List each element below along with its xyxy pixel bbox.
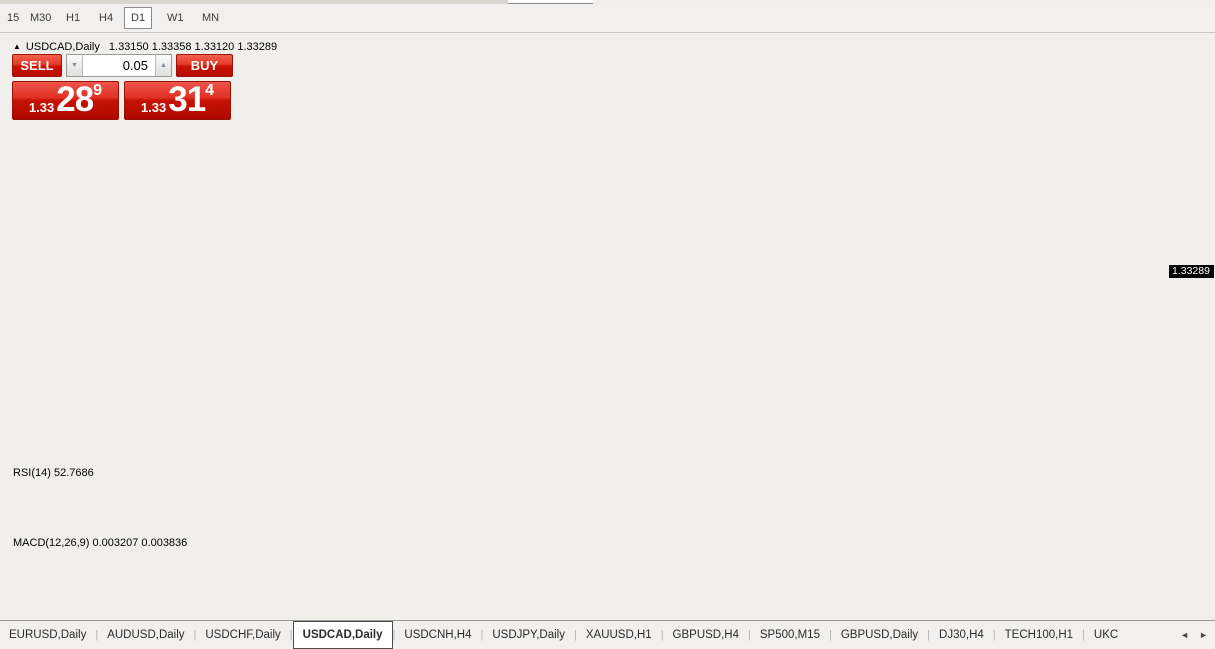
tab-tech100-h1[interactable]: TECH100,H1: [996, 621, 1082, 649]
buy-button[interactable]: BUY: [176, 54, 233, 77]
sell-price-pip: 9: [93, 84, 102, 98]
sell-button[interactable]: SELL: [12, 54, 62, 77]
metatrader-screen: 15M30H1H4D1W1MN ▲USDCAD,Daily1.33150 1.3…: [0, 0, 1215, 649]
triangle-down-icon: ▼: [71, 62, 78, 69]
rsi-label: RSI(14) 52.7686: [13, 467, 94, 479]
chart-tabs: EURUSD,Daily|AUDUSD,Daily|USDCHF,Daily|U…: [0, 621, 1178, 649]
tab-dj30-h4[interactable]: DJ30,H4: [930, 621, 993, 649]
sell-price-prefix: 1.33: [29, 99, 54, 116]
tab-xauusd-h1[interactable]: XAUUSD,H1: [577, 621, 661, 649]
sell-price-tile[interactable]: 1.33289: [12, 81, 119, 120]
buy-price-tile[interactable]: 1.33314: [124, 81, 231, 120]
tab-scroll-buttons: ◄ ►: [1175, 621, 1213, 649]
tab-gbpusd-h4[interactable]: GBPUSD,H4: [664, 621, 748, 649]
volume-value[interactable]: 0.05: [83, 55, 155, 76]
chart-header: ▲ USDCAD,Daily 1.33150 1.33358 1.33120 1.3…: [13, 41, 277, 53]
volume-down-button[interactable]: ▼: [67, 55, 83, 76]
tab-gbpusd-daily[interactable]: GBPUSD,Daily: [832, 621, 927, 649]
tab-ukc[interactable]: UKC: [1085, 621, 1127, 649]
buy-price-big: 31: [168, 83, 205, 116]
collapse-icon[interactable]: ▲: [13, 42, 21, 51]
sell-price-big: 28: [56, 83, 93, 116]
tab-sp500-m15[interactable]: SP500,M15: [751, 621, 829, 649]
volume-up-button[interactable]: ▲: [155, 55, 171, 76]
tab-usdjpy-daily[interactable]: USDJPY,Daily: [483, 621, 574, 649]
volume-stepper: ▼ 0.05 ▲: [66, 54, 172, 77]
tab-eurusd-daily[interactable]: EURUSD,Daily: [0, 621, 95, 649]
buy-price-pip: 4: [205, 84, 214, 98]
chart-title: USDCAD,Daily: [26, 41, 100, 53]
tab-scroll-right-icon[interactable]: ►: [1194, 630, 1213, 640]
tab-audusd-daily[interactable]: AUDUSD,Daily: [98, 621, 193, 649]
macd-label: MACD(12,26,9) 0.003207 0.003836: [13, 537, 187, 549]
one-click-trading-panel: SELL ▼ 0.05 ▲ BUY 1.33289 1.33314: [12, 54, 234, 120]
chart-ohlc-values: 1.33150 1.33358 1.33120 1.33289: [109, 41, 277, 53]
buy-price-prefix: 1.33: [141, 99, 166, 116]
triangle-up-icon: ▲: [160, 62, 167, 69]
tab-scroll-left-icon[interactable]: ◄: [1175, 630, 1194, 640]
tab-usdcad-daily[interactable]: USDCAD,Daily: [293, 621, 393, 649]
tab-usdcnh-h4[interactable]: USDCNH,H4: [395, 621, 480, 649]
current-price-badge: 1.33289: [1169, 265, 1214, 278]
tab-usdchf-daily[interactable]: USDCHF,Daily: [196, 621, 289, 649]
chart-tab-bar: EURUSD,Daily|AUDUSD,Daily|USDCHF,Daily|U…: [0, 620, 1215, 649]
